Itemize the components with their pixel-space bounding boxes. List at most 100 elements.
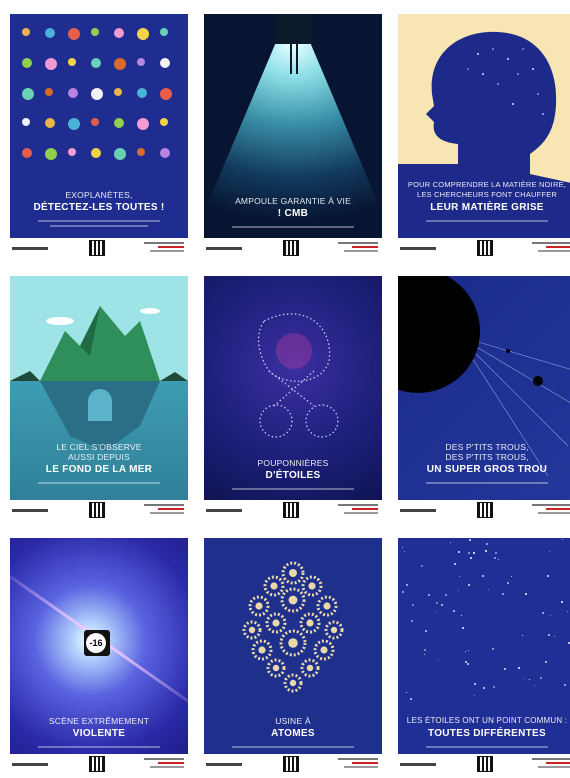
poster-black-hole[interactable]: DES P'TITS TROUS, DES P'TITS TROUS, UN S… [398, 276, 570, 504]
star-dot [545, 661, 547, 663]
qr-code-icon [89, 756, 105, 772]
lamp-bar [290, 44, 292, 74]
planet-icon [137, 58, 145, 66]
star-dot [436, 602, 438, 604]
star-dot [494, 557, 496, 559]
poster-dark-matter-line1: POUR COMPRENDRE LA MATIÈRE NOIRE, [407, 180, 567, 189]
fine-print [50, 225, 148, 227]
planet-icon [114, 58, 126, 70]
planet-icon [137, 88, 147, 98]
poster-star-nursery[interactable]: POUPONNIÈRES D'ÉTOILES [204, 276, 382, 504]
planet-icon [68, 88, 78, 98]
poster-star-nursery-line1: POUPONNIÈRES [257, 458, 329, 468]
star-dot [454, 563, 456, 565]
star-dot [561, 601, 563, 603]
gear-hub [272, 664, 280, 672]
star-dot [525, 593, 527, 595]
poster-sea-floor-line1b: AUSSI DEPUIS [68, 452, 130, 462]
star-dot [495, 552, 497, 554]
poster-stars-different[interactable]: LES ÉTOILES ONT UN POINT COMMUN : TOUTES… [398, 538, 570, 766]
star-dot [488, 589, 489, 590]
lamp-bar [296, 44, 298, 74]
gear-hub [289, 569, 297, 577]
gear-hub [323, 602, 331, 610]
planets-grid [10, 14, 188, 184]
planet-icon [137, 148, 145, 156]
poster-footer [398, 500, 570, 524]
star-dot [523, 678, 524, 679]
star-dot [529, 679, 530, 680]
qr-code-icon [89, 240, 105, 256]
poster-dark-matter[interactable]: POUR COMPRENDRE LA MATIÈRE NOIRE, LES CH… [398, 14, 570, 242]
star-dot [424, 654, 425, 655]
poster-violent-scene[interactable]: -16 SCÈNE EXTRÊMEMENT VIOLENTE [10, 538, 188, 766]
planet-icon [160, 88, 172, 100]
star-dot [482, 575, 484, 577]
star-dot [425, 630, 427, 632]
poster-exoplanets[interactable]: EXOPLANÈTES, DÉTECTEZ-LES TOUTES ! [10, 14, 188, 242]
poster-footer [204, 238, 382, 262]
poster-black-hole-line1b: DES P'TITS TROUS, [445, 452, 529, 462]
star-dot [441, 604, 443, 606]
poster-cmb[interactable]: AMPOULE GARANTIE À VIE ! CMB [204, 14, 382, 242]
planet-icon [45, 118, 55, 128]
star-dot [404, 551, 405, 552]
star-dot [470, 557, 472, 559]
star-dot [562, 539, 563, 540]
star-dot [492, 648, 494, 650]
poster-sea-floor-line2: LE FOND DE LA MER [45, 464, 153, 475]
star-dot [542, 612, 544, 614]
poster-exoplanets-line1: EXOPLANÈTES, [65, 190, 133, 200]
star-dot [412, 604, 414, 606]
star-dot [458, 590, 459, 591]
planet-icon [22, 118, 30, 126]
qr-code-icon [477, 502, 493, 518]
star-dot [402, 547, 403, 548]
star-dot [465, 651, 466, 652]
planet-icon [68, 148, 76, 156]
star-dot [465, 661, 467, 663]
star-dot [540, 677, 542, 679]
poster-atom-factory[interactable]: USINE À ATOMES [204, 538, 382, 766]
planet-icon [68, 28, 80, 40]
poster-sea-floor[interactable]: LE CIEL S'OBSERVE AUSSI DEPUIS LE FOND D… [10, 276, 188, 504]
poster-cmb-line2: ! CMB [277, 208, 309, 219]
star-dot [424, 649, 426, 651]
poster-black-hole-line1: DES P'TITS TROUS, [445, 442, 529, 452]
gear-hub [288, 595, 298, 605]
poster-violent-scene-line1: SCÈNE EXTRÊMEMENT [48, 716, 150, 726]
star-dot [468, 584, 470, 586]
planet-icon [22, 148, 32, 158]
star-dot [438, 660, 439, 661]
star-dot [549, 551, 550, 552]
planet-icon [91, 118, 99, 126]
star-dot [498, 559, 499, 560]
planet-icon [45, 148, 57, 160]
fine-print [38, 220, 160, 222]
poster-stars-different-line2: TOUTES DIFFÉRENTES [427, 728, 546, 739]
poster-black-hole-line2: UN SUPER GROS TROU [426, 464, 548, 475]
fine-print [232, 746, 354, 748]
star-dot [406, 692, 407, 693]
planet-icon [91, 148, 101, 158]
poster-exoplanets-line2: DÉTECTEZ-LES TOUTES ! [33, 202, 165, 213]
star-dot [450, 542, 451, 543]
gear-hub [270, 582, 278, 590]
planet-icon [114, 28, 124, 38]
qr-code-icon [89, 502, 105, 518]
planet-icon [45, 88, 53, 96]
age-rating-badge: -16 [84, 630, 110, 656]
planet-icon [68, 118, 80, 130]
planet-icon [68, 58, 76, 66]
star-dot [453, 610, 455, 612]
star-dot [436, 612, 437, 613]
fine-print [232, 488, 354, 490]
planet-icon [45, 58, 57, 70]
planet-icon [22, 88, 34, 100]
star-dot [402, 591, 404, 593]
poster-footer [398, 754, 570, 778]
qr-code-icon [283, 502, 299, 518]
poster-sea-floor-line1: LE CIEL S'OBSERVE [56, 442, 142, 452]
planet-icon [91, 28, 99, 36]
poster-footer [10, 754, 188, 778]
